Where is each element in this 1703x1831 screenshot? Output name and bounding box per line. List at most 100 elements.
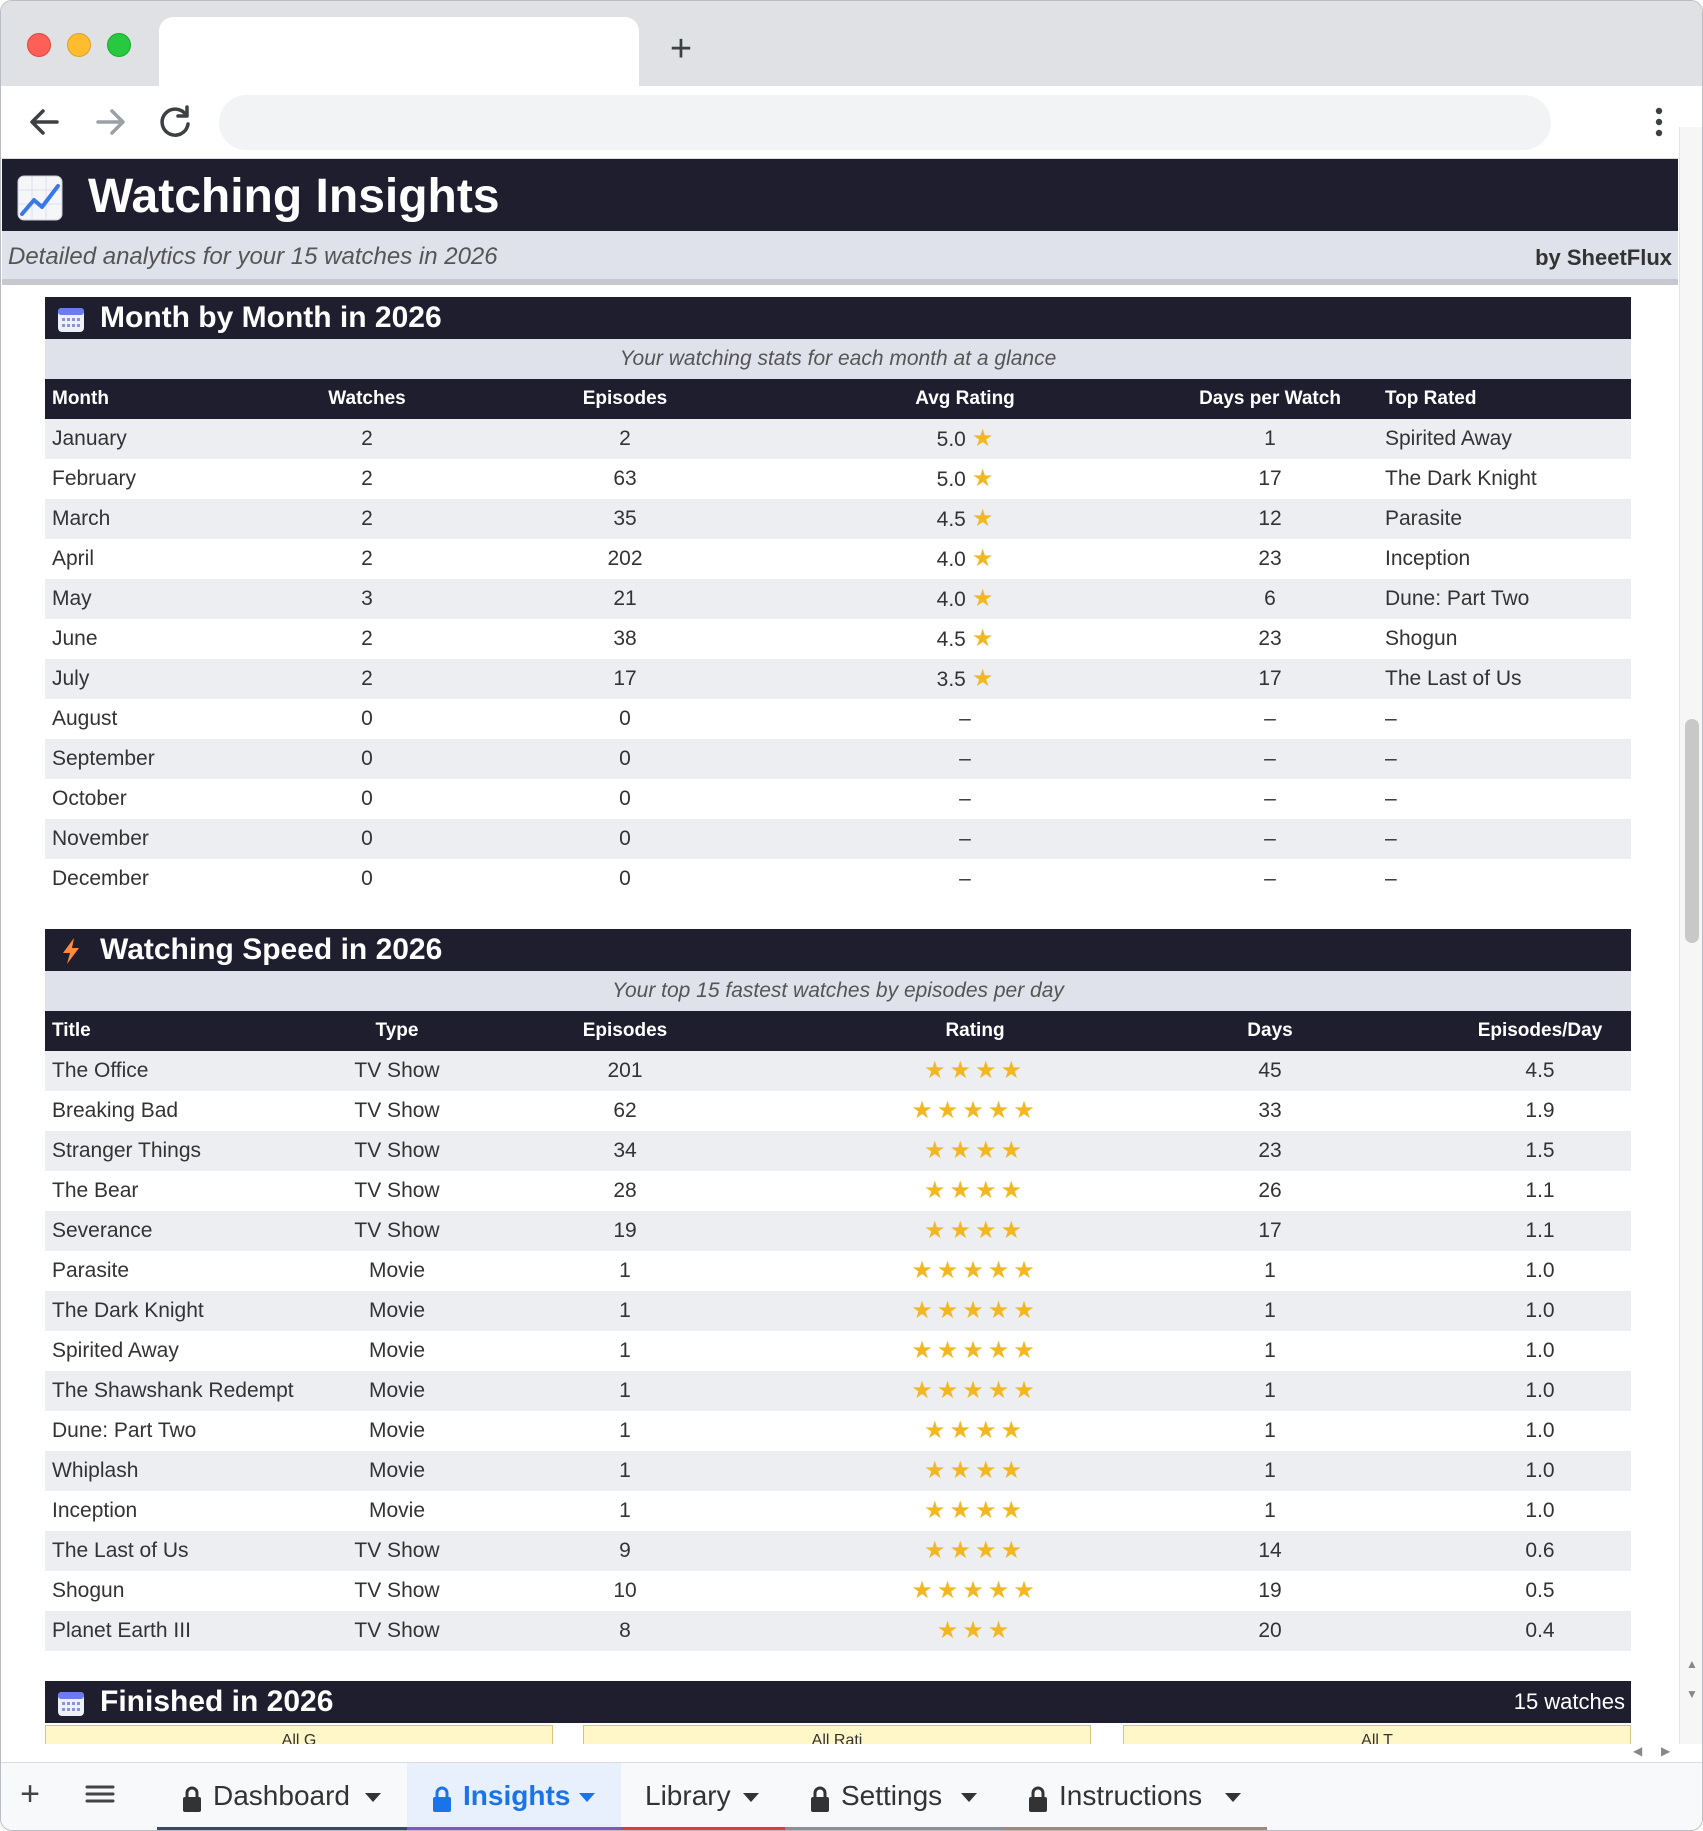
month-cell-avg: – bbox=[959, 827, 971, 850]
speed-col-header: Title bbox=[52, 1020, 91, 1041]
speed-cell-type: Movie bbox=[368, 1299, 426, 1322]
chevron-down-icon[interactable] bbox=[579, 1793, 595, 1802]
speed-cell-episodes: 8 bbox=[619, 1619, 631, 1642]
speed-cell-title: Shogun bbox=[52, 1579, 125, 1602]
maximize-window-button[interactable] bbox=[107, 33, 131, 57]
month-cell-month: January bbox=[52, 427, 127, 450]
month-cell-avg: 3.5 ★ bbox=[895, 659, 1035, 700]
chevron-down-icon[interactable] bbox=[961, 1793, 977, 1802]
month-cell-top: – bbox=[1385, 827, 1397, 850]
month-cell-days: 23 bbox=[1258, 627, 1282, 650]
speed-cell-type: TV Show bbox=[354, 1099, 440, 1122]
speed-cell-type: TV Show bbox=[354, 1219, 440, 1242]
horizontal-scroll-buttons[interactable]: ◀ ▶ bbox=[1623, 1744, 1679, 1762]
scroll-right-arrow-icon[interactable]: ▶ bbox=[1661, 1744, 1670, 1758]
close-window-button[interactable] bbox=[27, 33, 51, 57]
sheet-tab-insights[interactable]: Insights bbox=[407, 1763, 621, 1830]
month-table-header: Month Watches Episodes Avg Rating Days per W… bbox=[45, 379, 1631, 419]
browser-tab-active[interactable] bbox=[159, 17, 639, 86]
sheet-tab-dashboard[interactable]: Dashboard bbox=[157, 1763, 407, 1830]
star-rating: ★★★★★ bbox=[911, 1337, 1039, 1364]
month-table-row: February 2 63 5.0 ★ 17 The Dark Knight bbox=[45, 459, 1631, 499]
finished-count: 15 watches bbox=[1513, 1689, 1625, 1714]
minimize-window-button[interactable] bbox=[67, 33, 91, 57]
forward-button[interactable] bbox=[88, 100, 132, 144]
speed-cell-episodes: 1 bbox=[619, 1379, 631, 1402]
address-bar[interactable] bbox=[219, 95, 1551, 150]
month-cell-watches: 2 bbox=[361, 547, 373, 570]
star-rating: ★★★★★ bbox=[911, 1257, 1039, 1284]
month-cell-days: 1 bbox=[1264, 427, 1276, 450]
month-cell-watches: 2 bbox=[361, 667, 373, 690]
speed-cell-days: 1 bbox=[1264, 1339, 1276, 1362]
month-cell-month: June bbox=[52, 627, 98, 650]
month-cell-episodes: 0 bbox=[619, 707, 631, 730]
speed-table-row: The Last of Us TV Show 9 ★★★★ 14 0.6 bbox=[45, 1531, 1631, 1571]
sheet-tab-settings[interactable]: Settings bbox=[785, 1763, 1003, 1830]
month-cell-month: September bbox=[52, 747, 155, 770]
speed-cell-type: TV Show bbox=[354, 1619, 440, 1642]
month-table-row: May 3 21 4.0 ★ 6 Dune: Part Two bbox=[45, 579, 1631, 619]
star-icon: ★ bbox=[971, 625, 994, 652]
speed-cell-episodes: 28 bbox=[613, 1179, 637, 1202]
month-cell-episodes: 21 bbox=[613, 587, 637, 610]
speed-cell-epd: 1.0 bbox=[1525, 1459, 1555, 1482]
speed-table-row: Whiplash Movie 1 ★★★★ 1 1.0 bbox=[45, 1451, 1631, 1491]
scroll-up-arrow-icon[interactable]: ▲ bbox=[1686, 1657, 1698, 1671]
new-tab-button[interactable]: + bbox=[661, 29, 701, 69]
arrow-right-icon bbox=[96, 109, 125, 135]
speed-cell-title: Stranger Things bbox=[52, 1139, 202, 1162]
speed-cell-episodes: 1 bbox=[619, 1339, 631, 1362]
rating-filter-dropdown[interactable]: All Rati bbox=[583, 1725, 1091, 1744]
month-cell-avg: – bbox=[959, 867, 971, 890]
scroll-down-arrow-icon[interactable]: ▼ bbox=[1686, 1687, 1698, 1701]
sheet-tab-label: Library bbox=[645, 1780, 731, 1811]
chevron-down-icon[interactable] bbox=[743, 1793, 759, 1802]
speed-table-row: Stranger Things TV Show 34 ★★★★ 23 1.5 bbox=[45, 1131, 1631, 1171]
sheet-tab-instructions[interactable]: Instructions bbox=[1003, 1763, 1267, 1830]
lock-icon bbox=[1029, 1786, 1047, 1812]
month-table-row: March 2 35 4.5 ★ 12 Parasite bbox=[45, 499, 1631, 539]
star-rating: ★★★★★ bbox=[911, 1297, 1039, 1324]
month-cell-avg: – bbox=[959, 787, 971, 810]
browser-menu-button[interactable] bbox=[1641, 100, 1677, 144]
speed-cell-epd: 0.6 bbox=[1525, 1539, 1555, 1562]
type-filter-dropdown[interactable]: All T bbox=[1123, 1725, 1631, 1744]
month-table-row: October 0 0 – – – bbox=[45, 779, 1631, 819]
more-vertical-icon bbox=[1655, 107, 1663, 137]
month-cell-top: – bbox=[1385, 747, 1397, 770]
browser-toolbar bbox=[1, 86, 1702, 159]
speed-cell-days: 1 bbox=[1264, 1499, 1276, 1522]
back-button[interactable] bbox=[23, 100, 67, 144]
month-cell-avg: 4.0 ★ bbox=[895, 579, 1035, 620]
month-cell-top: – bbox=[1385, 707, 1397, 730]
speed-cell-type: Movie bbox=[368, 1339, 426, 1362]
chevron-down-icon[interactable] bbox=[1225, 1793, 1241, 1802]
tab-strip: + bbox=[1, 1, 1702, 86]
speed-cell-type: TV Show bbox=[354, 1539, 440, 1562]
all-sheets-button[interactable] bbox=[83, 1779, 117, 1809]
brand-credit: by SheetFlux bbox=[1535, 245, 1672, 270]
month-cell-top: Inception bbox=[1385, 547, 1471, 570]
speed-cell-epd: 1.9 bbox=[1525, 1099, 1555, 1122]
star-rating: ★★★★ bbox=[923, 1217, 1027, 1244]
add-sheet-button[interactable]: + bbox=[15, 1775, 45, 1814]
speed-cell-episodes: 1 bbox=[619, 1259, 631, 1282]
lock-icon bbox=[433, 1786, 451, 1812]
speed-cell-epd: 1.0 bbox=[1525, 1339, 1555, 1362]
vertical-scrollbar[interactable]: ▲ ▼ bbox=[1679, 127, 1702, 1744]
speed-table-header: Title Type Episodes Rating Days Episodes/Day bbox=[45, 1011, 1631, 1051]
sheet-tab-library[interactable]: Library bbox=[621, 1763, 785, 1830]
scroll-left-arrow-icon[interactable]: ◀ bbox=[1633, 1744, 1642, 1758]
speed-cell-epd: 1.0 bbox=[1525, 1379, 1555, 1402]
speed-table-row: Planet Earth III TV Show 8 ★★★ 20 0.4 bbox=[45, 1611, 1631, 1651]
chevron-down-icon[interactable] bbox=[365, 1793, 381, 1802]
scrollbar-thumb[interactable] bbox=[1685, 719, 1699, 943]
month-cell-top: Shogun bbox=[1385, 627, 1458, 650]
speed-cell-type: TV Show bbox=[354, 1579, 440, 1602]
genre-filter-dropdown[interactable]: All G bbox=[45, 1725, 553, 1744]
speed-cell-episodes: 201 bbox=[607, 1059, 643, 1082]
month-cell-month: May bbox=[52, 587, 92, 610]
speed-cell-days: 33 bbox=[1258, 1099, 1282, 1122]
reload-button[interactable] bbox=[153, 100, 197, 144]
